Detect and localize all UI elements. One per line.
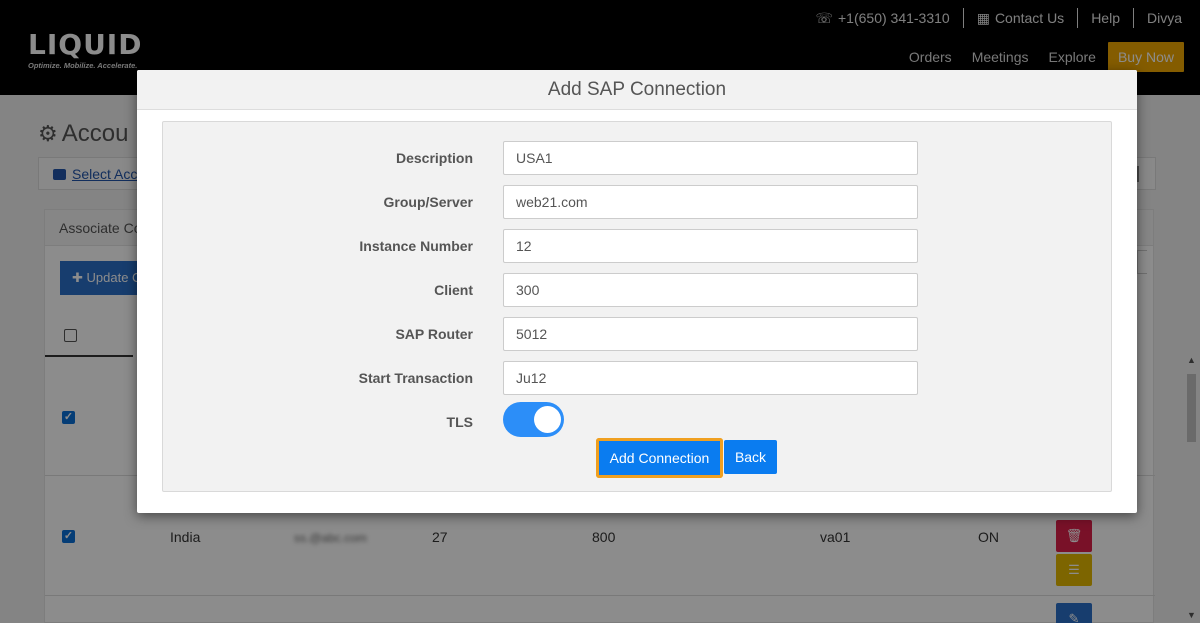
dialog-title: Add SAP Connection (137, 70, 1137, 110)
description-row: Description (163, 141, 1111, 175)
tls-toggle[interactable] (503, 402, 564, 437)
add-sap-connection-dialog: Add SAP Connection Description Group/Ser… (137, 70, 1137, 513)
toggle-knob (534, 406, 561, 433)
start-transaction-field[interactable] (503, 361, 918, 395)
group-server-label: Group/Server (383, 194, 473, 210)
client-label: Client (434, 282, 473, 298)
add-connection-button[interactable]: Add Connection (596, 438, 723, 478)
description-field[interactable] (503, 141, 918, 175)
client-row: Client (163, 273, 1111, 307)
instance-number-field[interactable] (503, 229, 918, 263)
sap-router-label: SAP Router (395, 326, 473, 342)
tls-label: TLS (446, 414, 473, 430)
client-field[interactable] (503, 273, 918, 307)
sap-router-field[interactable] (503, 317, 918, 351)
start-transaction-row: Start Transaction (163, 361, 1111, 395)
instance-number-row: Instance Number (163, 229, 1111, 263)
description-label: Description (395, 150, 473, 166)
sap-router-row: SAP Router (163, 317, 1111, 351)
back-button[interactable]: Back (724, 440, 777, 474)
connection-form: Description Group/Server Instance Number… (162, 121, 1112, 492)
group-server-row: Group/Server (163, 185, 1111, 219)
group-server-field[interactable] (503, 185, 918, 219)
instance-number-label: Instance Number (359, 238, 473, 254)
tls-row: TLS (163, 402, 1111, 439)
start-transaction-label: Start Transaction (358, 370, 473, 386)
